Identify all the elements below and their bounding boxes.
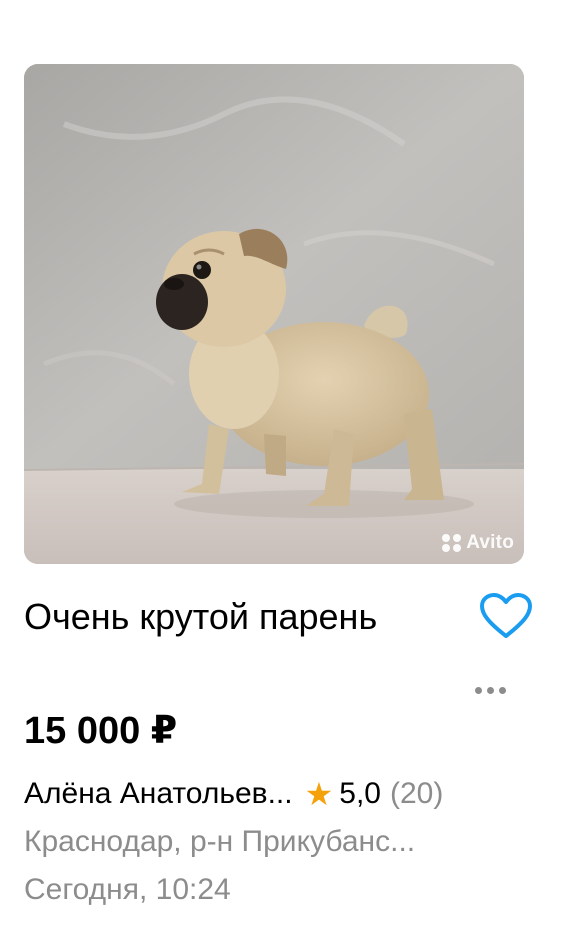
reviews-count[interactable]: (20) <box>390 774 443 814</box>
seller-rating: 5,0 <box>339 777 381 810</box>
listing-card[interactable]: Avito Очень крутой парень 15 000 ₽ Алёна… <box>24 64 532 910</box>
listing-price: 15 000 ₽ <box>24 710 178 752</box>
more-dots-icon <box>474 686 482 694</box>
listing-title[interactable]: Очень крутой парень <box>24 590 424 643</box>
listing-photo[interactable]: Avito <box>24 64 524 564</box>
avito-logo-icon <box>442 534 462 552</box>
listing-location: Краснодар, р-н Прикубанс... <box>24 825 416 858</box>
watermark-text: Avito <box>466 532 514 553</box>
pug-puppy-image <box>24 64 524 564</box>
listing-date: Сегодня, 10:24 <box>24 873 231 906</box>
star-icon: ★ <box>304 776 334 812</box>
seller-name[interactable]: Алёна Анатольев... <box>24 774 293 814</box>
avito-watermark: Avito <box>442 532 514 554</box>
more-dot <box>486 686 494 694</box>
more-dot <box>498 686 506 694</box>
heart-outline-icon <box>480 593 532 638</box>
title-row: Очень крутой парень <box>24 590 532 700</box>
more-options-button[interactable] <box>470 680 510 700</box>
seller-row: Алёна Анатольев... ★ 5,0 (20) <box>24 774 534 814</box>
favorite-button[interactable] <box>478 592 534 642</box>
